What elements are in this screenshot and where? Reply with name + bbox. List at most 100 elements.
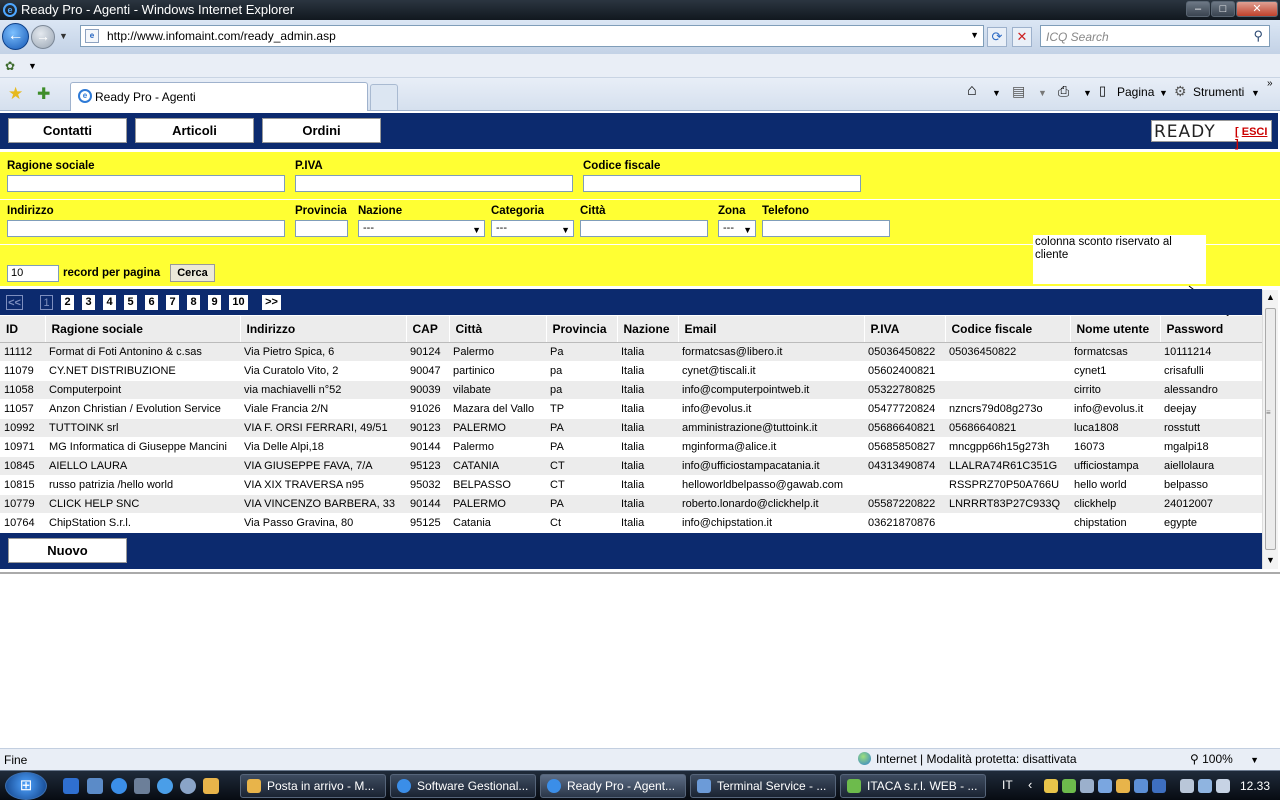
toolbar-overflow-icon[interactable]: » (1267, 78, 1273, 89)
table-row[interactable]: 10764 ChipStation S.r.l. Via Passo Gravina… (0, 513, 1262, 533)
close-window-button[interactable]: ✕ (1236, 1, 1278, 17)
print-dropdown-icon[interactable]: ▼ (1083, 88, 1092, 98)
volume-icon[interactable] (1216, 779, 1230, 793)
print-icon[interactable]: ⎙ (1058, 83, 1069, 100)
pager-page-3[interactable]: 3 (82, 295, 95, 310)
tray-app-icon[interactable] (1116, 779, 1130, 793)
column-header[interactable]: Password (1160, 316, 1263, 343)
home-dropdown-icon[interactable]: ▼ (992, 88, 1001, 98)
piva-input[interactable] (295, 175, 573, 192)
column-header[interactable]: Indirizzo (240, 316, 407, 343)
favorites-bar-icon[interactable]: ✿ (5, 59, 21, 73)
minimize-button[interactable]: – (1186, 1, 1210, 17)
pager-page-6[interactable]: 6 (145, 295, 158, 310)
network-icon[interactable] (1198, 779, 1212, 793)
tray-app-icon[interactable] (1080, 779, 1094, 793)
taskbar-item-posta[interactable]: Posta in arrivo - M... (240, 774, 386, 798)
pager-page-8[interactable]: 8 (187, 295, 200, 310)
zoom-dropdown-icon[interactable]: ▼ (1250, 755, 1259, 765)
cerca-button[interactable]: Cerca (170, 264, 215, 282)
back-button[interactable]: ← (2, 23, 29, 50)
table-row[interactable]: 11112 Format di Foti Antonino & c.sas Via … (0, 342, 1262, 362)
table-row[interactable]: 11079 CY.NET DISTRIBUZIONE Via Curatolo Vi… (0, 361, 1262, 381)
column-header[interactable]: P.IVA (864, 316, 946, 343)
telefono-input[interactable] (762, 220, 890, 237)
codice-fiscale-input[interactable] (583, 175, 861, 192)
column-header[interactable]: ID (0, 316, 46, 343)
search-icon[interactable]: ⚲ (1253, 28, 1263, 44)
stop-icon[interactable]: ✕ (1012, 27, 1032, 47)
taskbar-item-terminal[interactable]: Terminal Service - ... (690, 774, 836, 798)
table-row[interactable]: 10815 russo patrizia /hello world VIA XIX … (0, 475, 1262, 495)
forward-button[interactable]: → (31, 25, 55, 49)
nav-ordini-button[interactable]: Ordini (262, 118, 381, 143)
start-button[interactable]: ⊞ (5, 772, 47, 800)
tray-mail-icon[interactable] (1044, 779, 1058, 793)
taskbar-item-software[interactable]: Software Gestional... (390, 774, 536, 798)
frame-scrollbar[interactable]: ▲ ≡ ▼ (1262, 290, 1278, 569)
language-indicator[interactable]: IT (1002, 778, 1013, 792)
system-clock[interactable]: 12.33 (1240, 779, 1270, 793)
categoria-select[interactable]: --- ▼ (491, 220, 574, 237)
address-dropdown-icon[interactable]: ▼ (970, 30, 979, 40)
logout-link[interactable]: [ ESCI ] (1235, 126, 1271, 150)
table-row[interactable]: 10971 MG Informatica di Giuseppe Mancini V… (0, 437, 1262, 457)
column-header[interactable]: CAP (406, 316, 450, 343)
scroll-down-icon[interactable]: ▼ (1266, 555, 1275, 565)
table-row[interactable]: 10845 AIELLO LAURA VIA GIUSEPPE FAVA, 7/A 9… (0, 456, 1262, 476)
tray-icq-icon[interactable] (1062, 779, 1076, 793)
favorites-star-icon[interactable]: ★ (8, 84, 23, 104)
nazione-select[interactable]: --- ▼ (358, 220, 485, 237)
zoom-level[interactable]: ⚲ 100% ▼ (1190, 752, 1259, 766)
app-quicklaunch-icon[interactable] (180, 778, 196, 794)
taskbar-item-ready-pro[interactable]: Ready Pro - Agent... (540, 774, 686, 798)
column-header[interactable]: Ragione sociale (45, 316, 241, 343)
table-row[interactable]: 11058 Computerpoint via machiavelli n°52 90… (0, 380, 1262, 400)
maximize-button[interactable]: □ (1211, 1, 1235, 17)
pager-prev-button[interactable]: << (6, 295, 23, 310)
tray-app-icon[interactable] (1134, 779, 1148, 793)
tools-dropdown-icon[interactable]: ▼ (1251, 88, 1260, 98)
column-header[interactable]: Città (449, 316, 547, 343)
favorites-bar-dropdown-icon[interactable]: ▼ (28, 61, 37, 71)
add-favorite-icon[interactable]: ✚ (37, 84, 50, 104)
security-zone[interactable]: Internet | Modalità protetta: disattivat… (858, 752, 1077, 766)
tray-help-icon[interactable] (1152, 779, 1166, 793)
indirizzo-input[interactable] (7, 220, 285, 237)
tab-ready-pro-agenti[interactable]: e Ready Pro - Agenti (70, 82, 368, 111)
pager-page-9[interactable]: 9 (208, 295, 221, 310)
pager-page-5[interactable]: 5 (124, 295, 137, 310)
pager-page-4[interactable]: 4 (103, 295, 116, 310)
feeds-icon[interactable]: ▤ (1012, 83, 1025, 100)
feeds-dropdown-icon[interactable]: ▼ (1038, 88, 1047, 98)
pager-page-7[interactable]: 7 (166, 295, 179, 310)
page-menu[interactable]: Pagina (1117, 85, 1154, 99)
nuovo-button[interactable]: Nuovo (8, 538, 127, 563)
citta-input[interactable] (580, 220, 708, 237)
column-header[interactable]: Nazione (617, 316, 679, 343)
table-row[interactable]: 10779 CLICK HELP SNC VIA VINCENZO BARBERA,… (0, 494, 1262, 514)
recent-pages-dropdown-icon[interactable]: ▼ (59, 31, 68, 41)
table-row[interactable]: 10992 TUTTOINK srl VIA F. ORSI FERRARI, 49… (0, 418, 1262, 438)
column-header[interactable]: Codice fiscale (945, 316, 1071, 343)
search-quicklaunch-icon[interactable] (157, 778, 173, 794)
scroll-up-icon[interactable]: ▲ (1266, 292, 1275, 302)
scrollbar-thumb[interactable] (1265, 308, 1276, 550)
search-box[interactable]: ICQ Search ⚲ (1040, 25, 1270, 47)
provincia-input[interactable] (295, 220, 348, 237)
refresh-icon[interactable]: ⟳ (987, 27, 1007, 47)
page-menu-dropdown-icon[interactable]: ▼ (1159, 88, 1168, 98)
tools-menu[interactable]: Strumenti (1193, 85, 1244, 99)
pager-page-2[interactable]: 2 (61, 295, 74, 310)
tray-device-icon[interactable] (1180, 779, 1194, 793)
home-icon[interactable]: ⌂ (967, 82, 977, 100)
esci-label[interactable]: ESCI (1242, 126, 1268, 138)
ragione-sociale-input[interactable] (7, 175, 285, 192)
zona-select[interactable]: --- ▼ (718, 220, 756, 237)
tray-expand-icon[interactable]: ‹ (1028, 777, 1032, 792)
media-player-icon[interactable] (63, 778, 79, 794)
switch-windows-icon[interactable] (134, 778, 150, 794)
column-header[interactable]: Nome utente (1070, 316, 1161, 343)
column-header[interactable]: Provincia (546, 316, 618, 343)
pager-page-1[interactable]: 1 (40, 295, 53, 310)
